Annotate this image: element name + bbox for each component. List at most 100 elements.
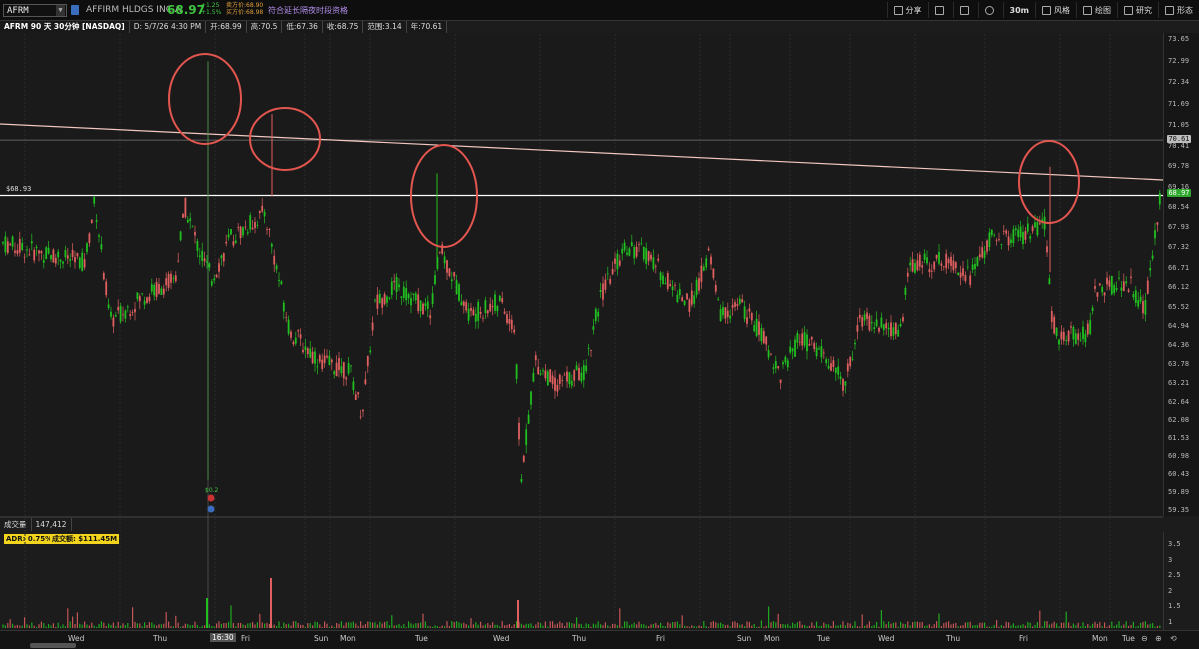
volume-bar xyxy=(1056,623,1058,628)
scrollbar[interactable] xyxy=(30,643,76,648)
candle-body xyxy=(959,272,962,278)
time-label: Sun xyxy=(737,634,752,643)
volume-bar xyxy=(619,608,621,628)
candle-body xyxy=(1108,280,1111,287)
volume-bar xyxy=(976,624,978,628)
candle-body xyxy=(580,372,583,382)
candle-body xyxy=(1089,320,1092,335)
candle-body xyxy=(930,270,933,272)
volume-bar xyxy=(1142,622,1144,628)
volume-bar xyxy=(24,617,26,628)
candle-body xyxy=(971,264,974,270)
candle-body xyxy=(134,308,136,313)
volume-bar xyxy=(681,615,683,628)
candle-body xyxy=(398,284,400,288)
candle-body xyxy=(575,365,578,371)
candle-body xyxy=(215,275,218,278)
candle-body xyxy=(1079,339,1082,341)
volume-bar xyxy=(924,626,926,628)
candle-body xyxy=(186,219,189,223)
candle-body xyxy=(609,278,612,284)
candle-body xyxy=(952,260,955,271)
candle-body xyxy=(234,240,237,243)
volume-bar xyxy=(400,626,402,628)
volume-bar xyxy=(1072,623,1074,628)
candle-body xyxy=(1137,300,1140,307)
candle-body xyxy=(875,319,878,327)
volume-bar xyxy=(187,624,189,628)
candle-body xyxy=(124,310,127,319)
volume-bar xyxy=(909,625,911,628)
candle-body xyxy=(254,222,256,229)
candle-body xyxy=(1053,316,1056,334)
volume-bar xyxy=(465,624,467,628)
candle-body xyxy=(561,380,564,381)
candle-body xyxy=(165,278,168,286)
volume-bar xyxy=(547,626,549,628)
volume-bar xyxy=(424,621,426,628)
candle-body xyxy=(537,367,540,375)
candle-body xyxy=(1050,311,1053,322)
candle-body xyxy=(746,317,748,324)
volume-bar xyxy=(376,624,378,628)
volume-bar xyxy=(962,625,964,628)
candle-body xyxy=(414,293,417,301)
volume-bar xyxy=(1048,624,1050,628)
volume-bar xyxy=(537,622,539,628)
volume-bar xyxy=(720,622,722,628)
volume-bar xyxy=(264,623,266,628)
candle-body xyxy=(170,273,172,283)
volume-bar xyxy=(664,626,666,628)
volume-bar xyxy=(595,624,597,628)
volume-bar xyxy=(64,626,66,628)
volume-bar xyxy=(492,622,494,628)
candle-body xyxy=(256,224,259,226)
volume-bar xyxy=(871,626,873,628)
candle-body xyxy=(654,266,657,267)
candle-body xyxy=(990,229,993,236)
volume-bar xyxy=(878,626,880,628)
candle-body xyxy=(292,341,295,345)
volume-bar xyxy=(960,625,962,628)
candle-body xyxy=(143,300,146,305)
candle-body xyxy=(662,275,664,285)
volume-bar xyxy=(633,622,635,628)
reset-icon[interactable]: ⟲ xyxy=(1170,634,1177,643)
candle-body xyxy=(1130,276,1132,279)
volume-bar xyxy=(984,622,986,628)
candle-body xyxy=(554,377,556,391)
volume-bar xyxy=(350,622,352,628)
candle-body xyxy=(239,226,242,239)
volume-bar xyxy=(333,626,335,628)
candle-body xyxy=(640,243,643,245)
candle-body xyxy=(683,300,686,305)
candle-body xyxy=(916,260,919,271)
candle-body xyxy=(1014,228,1017,231)
volume-bar xyxy=(698,625,700,628)
candle-body xyxy=(304,346,307,351)
candle-body xyxy=(1101,286,1104,293)
candle-body xyxy=(1022,231,1024,245)
volume-bar xyxy=(216,623,218,628)
candle-body xyxy=(981,247,984,258)
volume-bar xyxy=(384,621,386,628)
volume-bar xyxy=(307,623,309,628)
volume-bar xyxy=(652,623,654,628)
volume-bar xyxy=(91,622,93,628)
volume-bar xyxy=(266,622,268,628)
candle-body xyxy=(376,294,379,309)
volume-bar xyxy=(84,621,86,628)
time-label: Fri xyxy=(241,634,250,643)
volume-bar xyxy=(26,624,28,628)
candle-body xyxy=(681,297,684,302)
volume-bar xyxy=(859,626,861,628)
candle-body xyxy=(417,294,420,312)
volume-bar xyxy=(631,624,633,628)
zoom-out-icon[interactable]: ⊖ xyxy=(1141,634,1148,643)
candle-body xyxy=(59,259,62,262)
zoom-in-icon[interactable]: ⊕ xyxy=(1155,634,1162,643)
volume-bar xyxy=(1060,622,1062,628)
volume-bar xyxy=(1051,623,1053,628)
volume-bar xyxy=(482,625,484,628)
time-axis[interactable]: 16:30 Wed Thu Fri Sun Mon Tue Wed Thu Fri Sun Mon T… xyxy=(0,630,1199,649)
